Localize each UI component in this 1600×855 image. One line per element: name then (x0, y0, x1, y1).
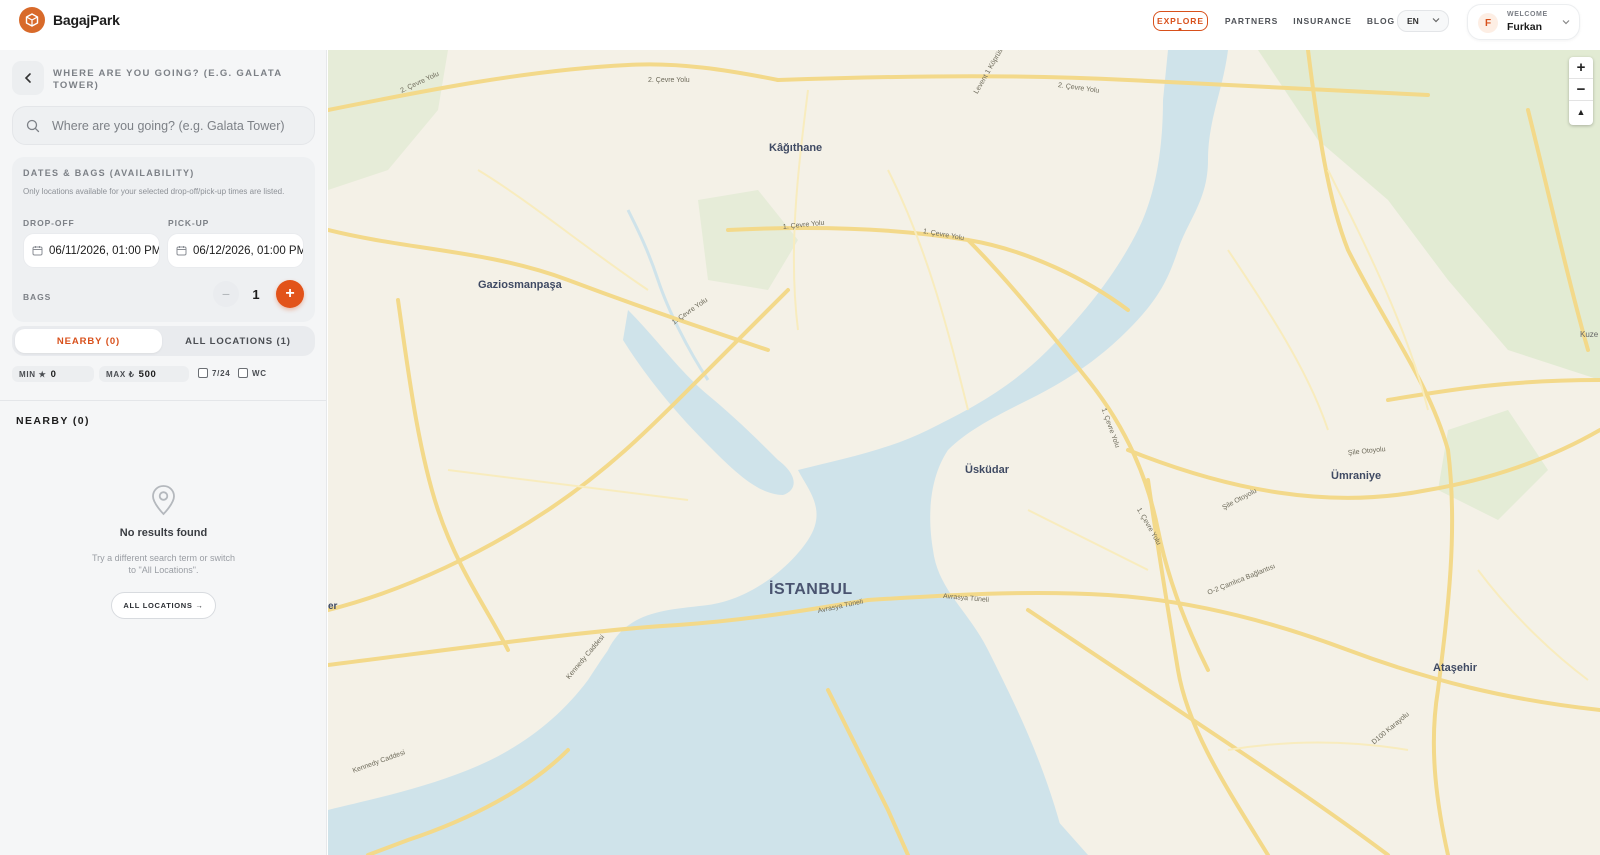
dropoff-value: 06/11/2026, 01:00 PM (49, 244, 160, 257)
dates-note: Only locations available for your select… (23, 187, 285, 196)
search-box[interactable] (12, 106, 315, 145)
map-base-layer (328, 50, 1600, 855)
where-label: WHERE ARE YOU GOING? (E.G. GALATA TOWER) (53, 68, 283, 91)
map-label-istanbul: İSTANBUL (769, 581, 853, 598)
map-zoom-controls: + − ▲ (1569, 57, 1593, 125)
checkbox-icon (198, 368, 208, 378)
search-sidebar: WHERE ARE YOU GOING? (E.G. GALATA TOWER)… (0, 50, 327, 855)
min-rating-label: MIN ★ (19, 369, 47, 379)
bag-logo-icon (19, 7, 45, 33)
bags-label: BAGS (23, 292, 52, 302)
tab-all-locations[interactable]: ALL LOCATIONS (1) (164, 329, 312, 353)
compass-button[interactable]: ▲ (1569, 101, 1593, 123)
max-price-filter[interactable]: MAX ₺ 500 (99, 366, 189, 382)
pickup-date-field[interactable]: 06/12/2026, 01:00 PM (167, 233, 304, 268)
map-label-kagithane: Kâğıthane (769, 142, 823, 154)
list-title: NEARBY (0) (16, 415, 90, 427)
map-canvas[interactable]: Kâğıthane Gaziosmanpaşa Üsküdar Ümraniye… (328, 50, 1600, 855)
map-label-gaziosmanpasa: Gaziosmanpaşa (478, 279, 562, 291)
map-label-edge-right: Kuze (1580, 330, 1599, 339)
language-select[interactable]: EN (1397, 10, 1449, 32)
max-price-label: MAX ₺ (106, 369, 135, 379)
dropoff-date-field[interactable]: 06/11/2026, 01:00 PM (23, 233, 160, 268)
nav-blog[interactable]: BLOG (1360, 11, 1402, 31)
divider (0, 400, 326, 401)
map-label-atasehir: Ataşehir (1433, 662, 1478, 674)
dropoff-label: DROP-OFF (23, 218, 75, 228)
search-icon (26, 119, 40, 133)
max-price-value: 500 (138, 368, 157, 380)
map-label-uskudar: Üsküdar (965, 464, 1010, 476)
wc-label: WC (252, 368, 267, 378)
avatar: F (1478, 13, 1498, 33)
map-label-edge-left: er (328, 601, 338, 612)
wc-checkbox[interactable]: WC (238, 368, 267, 378)
brand-name: BagajPark (53, 12, 120, 28)
user-name: Furkan (1507, 21, 1543, 33)
all-locations-button[interactable]: ALL LOCATIONS → (111, 592, 216, 619)
map-label-umraniye: Ümraniye (1331, 470, 1382, 482)
zoom-in-button[interactable]: + (1569, 57, 1593, 79)
bags-increment-button[interactable]: + (276, 280, 304, 308)
top-navigation-bar: BagajPark EXPLORE PARTNERS INSURANCE BLO… (0, 0, 1600, 50)
main-nav: EXPLORE PARTNERS INSURANCE BLOG (1153, 11, 1403, 31)
map-pin-icon (150, 484, 177, 521)
nav-explore[interactable]: EXPLORE (1153, 11, 1208, 31)
checkbox-icon (238, 368, 248, 378)
results-tabs: NEARBY (0) ALL LOCATIONS (1) (12, 326, 315, 356)
back-button[interactable] (12, 61, 44, 95)
empty-subtitle: Try a different search term or switch to… (91, 553, 236, 575)
dates-title: DATES & BAGS (AVAILABILITY) (23, 168, 195, 178)
chevron-left-icon (24, 73, 31, 83)
bags-count: 1 (252, 287, 260, 302)
brand[interactable]: BagajPark (19, 7, 120, 33)
pickup-label: PICK-UP (168, 218, 210, 228)
dates-bags-card: DATES & BAGS (AVAILABILITY) Only locatio… (12, 157, 315, 322)
open-247-label: 7/24 (212, 368, 231, 378)
open-247-checkbox[interactable]: 7/24 (198, 368, 230, 378)
min-rating-value: 0 (50, 368, 57, 380)
nav-partners[interactable]: PARTNERS (1218, 11, 1285, 31)
road-label: 2. Çevre Yolu (648, 77, 690, 84)
calendar-icon (32, 245, 43, 256)
pickup-value: 06/12/2026, 01:00 PM (193, 244, 304, 257)
welcome-label: WELCOME (1507, 11, 1548, 18)
empty-title: No results found (119, 527, 208, 539)
user-menu[interactable]: F WELCOME Furkan (1467, 4, 1580, 40)
calendar-icon (176, 245, 187, 256)
chevron-down-icon (1432, 18, 1440, 23)
bags-decrement-button[interactable]: − (213, 281, 239, 307)
chevron-down-icon (1562, 20, 1570, 25)
zoom-out-button[interactable]: − (1569, 79, 1593, 101)
search-input[interactable] (52, 118, 302, 133)
nav-insurance[interactable]: INSURANCE (1286, 11, 1359, 31)
language-value: EN (1407, 16, 1419, 26)
tab-nearby[interactable]: NEARBY (0) (15, 329, 162, 353)
min-rating-filter[interactable]: MIN ★ 0 (12, 366, 94, 382)
filter-row: MIN ★ 0 MAX ₺ 500 7/24 WC (12, 366, 315, 382)
